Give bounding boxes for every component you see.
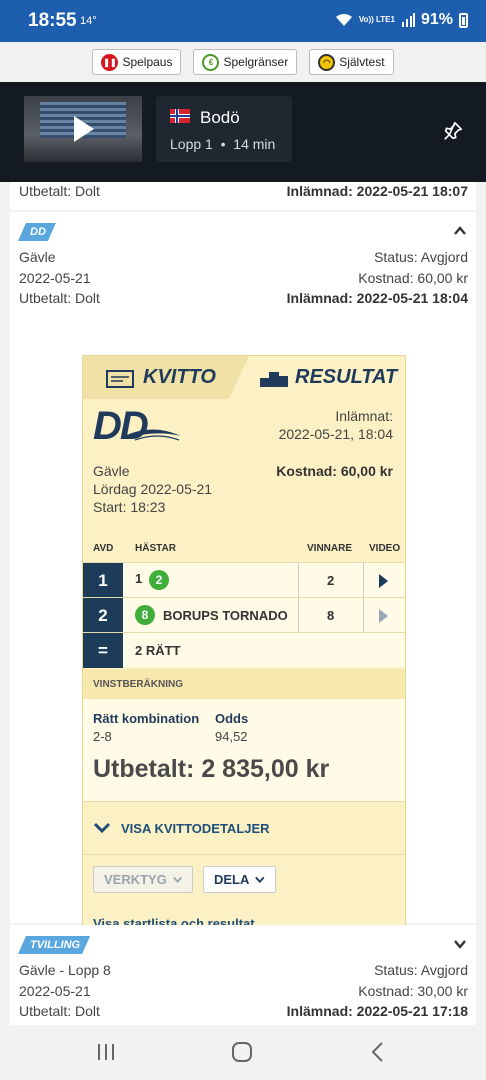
receipt-details-link[interactable]: VISA KVITTODETALJER: [121, 821, 270, 836]
bet-status: Status: Avgjord: [374, 962, 468, 978]
chevron-down-icon[interactable]: [453, 937, 467, 951]
winner-number: 8: [327, 608, 335, 623]
video-play-icon[interactable]: [379, 574, 388, 588]
signal-icon: [401, 13, 415, 27]
bet-card-tvilling[interactable]: TVILLING Gävle - Lopp 8 Status: Avgjord …: [10, 925, 476, 1025]
spelpaus-button[interactable]: ❚❚ Spelpaus: [92, 49, 182, 75]
dd-logo-swoosh: [129, 429, 181, 441]
details-link-row[interactable]: VISA KVITTODETALJER: [83, 801, 405, 854]
combo-value: 2-8: [93, 729, 112, 744]
dd-logo: DD: [93, 404, 149, 448]
system-nav-bar: [0, 1025, 486, 1080]
norway-flag-icon: [170, 109, 190, 123]
bet-card-dd: DD Gävle Status: Avgjord 2022-05-21 Kost…: [10, 212, 476, 944]
col-vinnare: VINNARE: [307, 543, 353, 554]
odds-value: 94,52: [215, 729, 248, 744]
status-icons: Vo)) LTE1 91%: [335, 11, 468, 29]
chevron-down-icon: [255, 876, 265, 883]
battery-percent: 91%: [420, 11, 453, 28]
back-icon[interactable]: [370, 1041, 384, 1063]
podium-icon: [260, 372, 288, 387]
bet-paid: Utbetalt: Dolt: [19, 183, 100, 199]
bet-track: Gävle: [19, 249, 56, 265]
bet-submitted: Inlämnad: 2022-05-21 17:18: [286, 1003, 468, 1019]
horse-number-badge: 8: [135, 605, 155, 625]
bet-status: Status: Avgjord: [374, 249, 468, 265]
odds-label: Odds: [215, 711, 249, 726]
receipt: KVITTO RESULTAT DD Inlämnat: 2022-05-21,…: [82, 355, 406, 944]
spelgranser-button[interactable]: € Spelgränser: [193, 49, 298, 75]
share-button[interactable]: DELA: [203, 866, 276, 893]
avd-number: 2: [83, 598, 123, 633]
bet-cost: Kostnad: 60,00 kr: [358, 270, 468, 286]
receipt-tabs: KVITTO RESULTAT: [83, 356, 405, 399]
total-sign: =: [83, 633, 123, 668]
horse-prefix: 1: [135, 571, 143, 586]
total-correct: 2 RÄTT: [135, 643, 181, 658]
bet-track: Gävle - Lopp 8: [19, 962, 111, 978]
bet-submitted: Inlämnad: 2022-05-21 18:04: [286, 290, 468, 306]
horse-name: BORUPS TORNADO: [163, 608, 288, 623]
receipt-submitted-value: 2022-05-21, 18:04: [278, 426, 393, 442]
bet-paid: Utbetalt: Dolt: [19, 290, 100, 306]
battery-icon: [459, 12, 468, 28]
receipt-start: Start: 18:23: [93, 499, 166, 515]
bet-submitted: Inlämnad: 2022-05-21 18:07: [286, 183, 468, 199]
receipt-day: Lördag 2022-05-21: [93, 481, 213, 497]
home-icon[interactable]: [231, 1041, 253, 1063]
calc-header: VINSTBERÄKNING: [83, 669, 405, 699]
total-row: = 2 RÄTT: [83, 632, 405, 668]
race-track: Bodö: [200, 108, 240, 127]
col-video: VIDEO: [369, 543, 401, 554]
play-icon: [74, 116, 94, 142]
bet-type-badge: DD: [18, 223, 56, 241]
bet-cost: Kostnad: 30,00 kr: [358, 983, 468, 999]
video-play-icon[interactable]: [379, 609, 388, 623]
responsible-gaming-bar: ❚❚ Spelpaus € Spelgränser ◠ Självtest: [0, 42, 486, 82]
winner-number: 2: [327, 573, 335, 588]
bet-paid: Utbetalt: Dolt: [19, 1003, 100, 1019]
table-row: 2 8 BORUPS TORNADO 8: [83, 597, 405, 633]
chevron-down-icon: [93, 822, 111, 834]
chevron-down-icon: [172, 876, 182, 883]
avd-number: 1: [83, 563, 123, 598]
live-video-header: Bodö Lopp 1 • 14 min: [0, 82, 486, 182]
payout-amount: Utbetalt: 2 835,00 kr: [93, 755, 330, 783]
temperature: 14°: [80, 15, 97, 27]
limit-icon: €: [202, 53, 220, 71]
tools-button[interactable]: VERKTYG: [93, 866, 193, 893]
sjalvtest-button[interactable]: ◠ Självtest: [309, 49, 394, 75]
combo-label: Rätt kombination: [93, 711, 200, 726]
gauge-icon: ◠: [318, 53, 336, 71]
pause-icon: ❚❚: [101, 53, 119, 71]
bet-date: 2022-05-21: [19, 270, 91, 286]
receipt-submitted-label: Inlämnat:: [335, 408, 393, 424]
bet-list: Utbetalt: Dolt Inlämnad: 2022-05-21 18:0…: [0, 182, 486, 1025]
chevron-up-icon[interactable]: [453, 224, 467, 238]
status-bar: 18:55 14° Vo)) LTE1 91%: [0, 0, 486, 42]
race-lopp: Lopp 1 • 14 min: [170, 136, 276, 152]
table-row: 1 1 2 2: [83, 562, 405, 598]
bet-date: 2022-05-21: [19, 983, 91, 999]
receipt-icon: [106, 370, 134, 388]
col-hastar: HÄSTAR: [135, 543, 176, 554]
tab-resultat-label[interactable]: RESULTAT: [295, 366, 397, 389]
video-thumbnail[interactable]: [24, 96, 142, 162]
bet-card[interactable]: Utbetalt: Dolt Inlämnad: 2022-05-21 18:0…: [10, 182, 476, 210]
network-indicator: Vo)) LTE1: [358, 15, 395, 24]
receipt-track: Gävle: [93, 463, 130, 479]
clock: 18:55: [28, 10, 77, 31]
bet-type-badge: TVILLING: [18, 936, 90, 954]
wifi-icon: [335, 13, 352, 26]
tab-kvitto-label[interactable]: KVITTO: [143, 366, 216, 389]
recent-apps-icon[interactable]: [96, 1043, 116, 1061]
receipt-cost: Kostnad: 60,00 kr: [276, 463, 393, 479]
horse-number-badge: 2: [149, 570, 169, 590]
col-avd: AVD: [93, 543, 114, 554]
pin-icon[interactable]: [442, 120, 464, 142]
calc-box: Rätt kombination 2-8 Odds 94,52 Utbetalt…: [83, 699, 405, 801]
race-info[interactable]: Bodö Lopp 1 • 14 min: [156, 96, 292, 162]
